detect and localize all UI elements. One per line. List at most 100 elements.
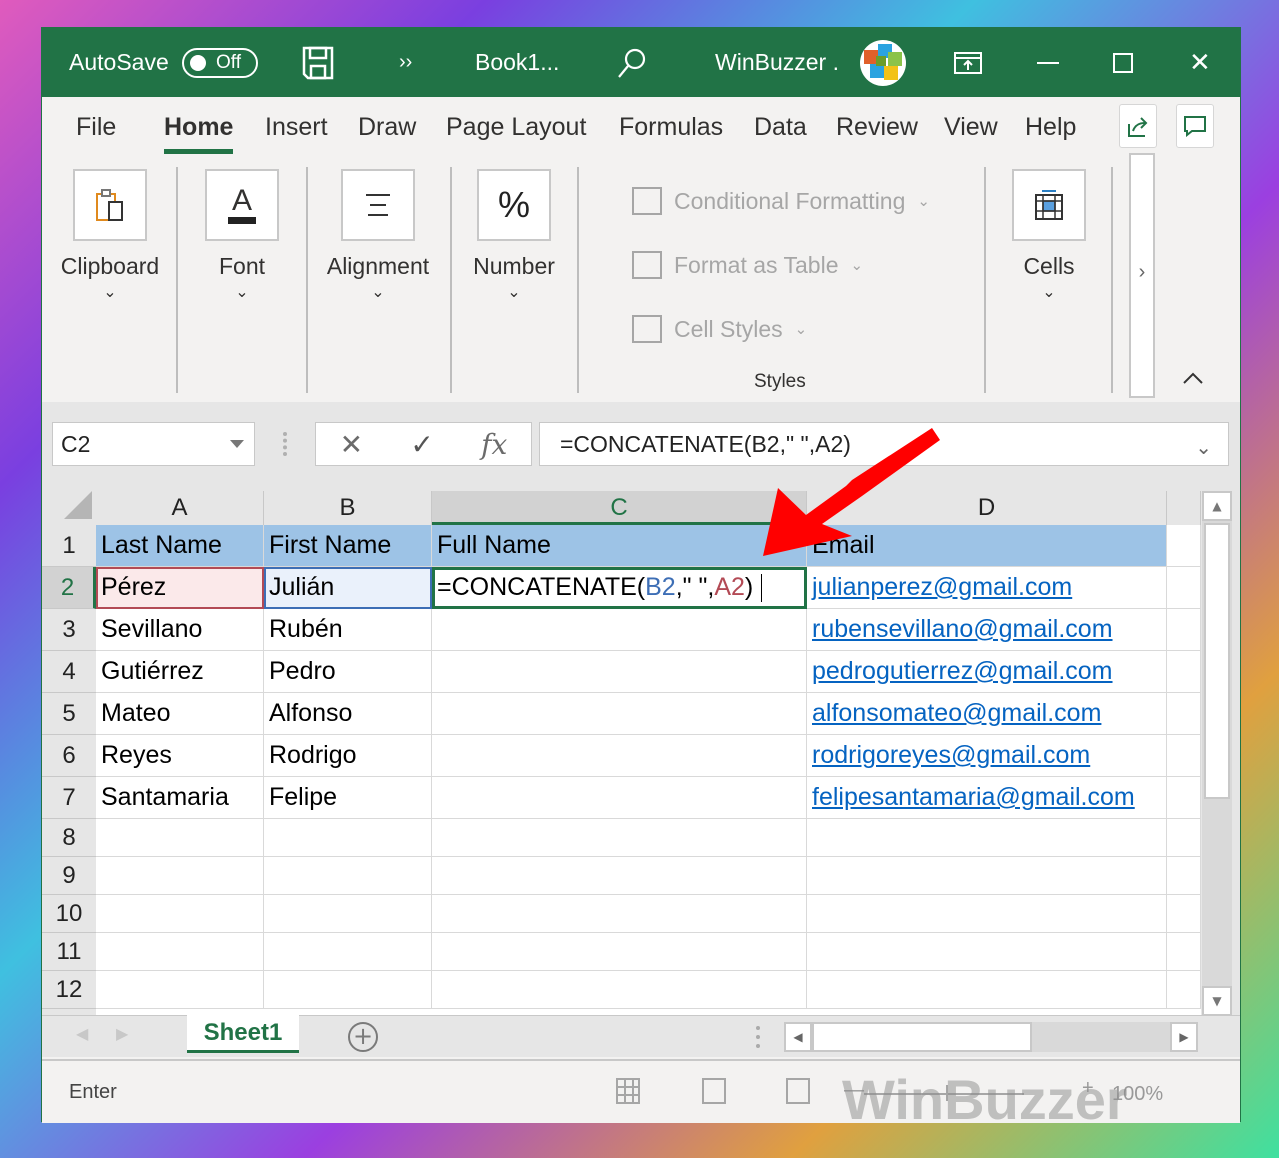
cells-group[interactable]: Cells ⌄ [1004, 169, 1094, 302]
ribbon-scroll-right-button[interactable]: › [1129, 153, 1155, 398]
tab-file[interactable]: File [76, 113, 116, 142]
cell-a6[interactable]: Reyes [96, 735, 264, 777]
row-header-7[interactable]: 7 [42, 777, 96, 819]
column-header-b[interactable]: B [264, 491, 432, 525]
cell-a12[interactable] [96, 971, 264, 1009]
page-break-preview-icon[interactable] [786, 1078, 810, 1104]
tab-review[interactable]: Review [836, 113, 918, 142]
name-box[interactable]: C2 [52, 422, 255, 466]
cell-c7[interactable] [432, 777, 807, 819]
cell-b7[interactable]: Felipe [264, 777, 432, 819]
alignment-button[interactable] [341, 169, 415, 241]
cell-d5[interactable]: alfonsomateo@gmail.com [807, 693, 1167, 735]
cell-b8[interactable] [264, 819, 432, 857]
account-name[interactable]: WinBuzzer . [715, 28, 839, 97]
cell-c3[interactable] [432, 609, 807, 651]
cell-b2[interactable]: Julián [264, 567, 432, 609]
tab-home[interactable]: Home [164, 113, 234, 154]
expand-formula-bar-icon[interactable]: ⌄ [1195, 435, 1212, 460]
clipboard-group[interactable]: Clipboard ⌄ [58, 169, 162, 302]
cell-b6[interactable]: Rodrigo [264, 735, 432, 777]
row-header-9[interactable]: 9 [42, 857, 96, 895]
cell-styles-button[interactable]: Cell Styles ⌄ [632, 315, 807, 343]
save-button[interactable] [302, 28, 334, 97]
prev-sheet-icon[interactable]: ◀ [76, 1024, 88, 1043]
ribbon-display-options-button[interactable] [954, 28, 982, 97]
cell-d3[interactable]: rubensevillano@gmail.com [807, 609, 1167, 651]
cell-d8[interactable] [807, 819, 1167, 857]
cell-e2[interactable] [1167, 567, 1201, 609]
tab-page-layout[interactable]: Page Layout [446, 113, 586, 142]
cell-c4[interactable] [432, 651, 807, 693]
tab-view[interactable]: View [944, 113, 998, 142]
tab-split-handle[interactable] [756, 1026, 760, 1048]
cell-c12[interactable] [432, 971, 807, 1009]
cell-e11[interactable] [1167, 933, 1201, 971]
add-sheet-button[interactable]: + [348, 1022, 378, 1052]
cell-c8[interactable] [432, 819, 807, 857]
cell-a1[interactable]: Last Name [96, 525, 264, 567]
tab-insert[interactable]: Insert [265, 113, 328, 142]
row-header-6[interactable]: 6 [42, 735, 96, 777]
clipboard-button[interactable] [73, 169, 147, 241]
select-all-button[interactable] [42, 491, 96, 523]
cell-b1[interactable]: First Name [264, 525, 432, 567]
cell-b12[interactable] [264, 971, 432, 1009]
cell-c10[interactable] [432, 895, 807, 933]
column-header-c[interactable]: C [432, 491, 807, 525]
cell-e5[interactable] [1167, 693, 1201, 735]
cell-e12[interactable] [1167, 971, 1201, 1009]
column-header-d[interactable]: D [807, 491, 1167, 525]
cells-button[interactable] [1012, 169, 1086, 241]
cell-d2[interactable]: julianperez@gmail.com [807, 567, 1167, 609]
row-header-4[interactable]: 4 [42, 651, 96, 693]
cell-c2[interactable]: =CONCATENATE(B2 ," ", A2) [432, 567, 807, 609]
cell-c11[interactable] [432, 933, 807, 971]
insert-function-icon[interactable]: fx [481, 428, 507, 461]
scroll-up-button[interactable]: ▲ [1202, 491, 1232, 521]
cell-b10[interactable] [264, 895, 432, 933]
cell-d9[interactable] [807, 857, 1167, 895]
comments-button[interactable] [1176, 104, 1214, 148]
scroll-right-button[interactable]: ▶ [1170, 1022, 1198, 1052]
cell-b3[interactable]: Rubén [264, 609, 432, 651]
cell-e9[interactable] [1167, 857, 1201, 895]
font-group[interactable]: A Font ⌄ [200, 169, 284, 302]
normal-view-icon[interactable] [616, 1078, 640, 1104]
document-title[interactable]: Book1... [475, 28, 559, 97]
alignment-group[interactable]: Alignment ⌄ [320, 169, 436, 302]
conditional-formatting-button[interactable]: Conditional Formatting ⌄ [632, 187, 930, 215]
row-header-10[interactable]: 10 [42, 895, 96, 933]
cell-c5[interactable] [432, 693, 807, 735]
row-header-1[interactable]: 1 [42, 525, 96, 567]
cell-e10[interactable] [1167, 895, 1201, 933]
row-header-12[interactable]: 12 [42, 971, 96, 1009]
cancel-icon[interactable]: ✕ [340, 428, 363, 461]
collapse-ribbon-button[interactable] [1182, 371, 1206, 391]
number-button[interactable]: % [477, 169, 551, 241]
format-as-table-button[interactable]: Format as Table ⌄ [632, 251, 863, 279]
row-header-11[interactable]: 11 [42, 933, 96, 971]
formula-bar-resize-handle[interactable] [283, 432, 287, 456]
tab-draw[interactable]: Draw [358, 113, 416, 142]
cell-a4[interactable]: Gutiérrez [96, 651, 264, 693]
cell-c6[interactable] [432, 735, 807, 777]
cell-e4[interactable] [1167, 651, 1201, 693]
avatar[interactable] [860, 39, 906, 86]
vertical-scroll-thumb[interactable] [1204, 523, 1230, 799]
cell-d10[interactable] [807, 895, 1167, 933]
tab-formulas[interactable]: Formulas [619, 113, 723, 142]
next-sheet-icon[interactable]: ▶ [116, 1024, 128, 1043]
font-button[interactable]: A [205, 169, 279, 241]
cell-a5[interactable]: Mateo [96, 693, 264, 735]
close-button[interactable]: ✕ [1189, 28, 1211, 97]
cell-a3[interactable]: Sevillano [96, 609, 264, 651]
search-button[interactable] [617, 28, 647, 97]
cell-d6[interactable]: rodrigoreyes@gmail.com [807, 735, 1167, 777]
horizontal-scroll-thumb[interactable] [812, 1022, 1032, 1052]
autosave-toggle[interactable]: Off [182, 47, 258, 78]
tab-data[interactable]: Data [754, 113, 807, 142]
cell-c9[interactable] [432, 857, 807, 895]
cell-e3[interactable] [1167, 609, 1201, 651]
formula-input[interactable]: =CONCATENATE(B2," ",A2) ⌄ [539, 422, 1229, 466]
